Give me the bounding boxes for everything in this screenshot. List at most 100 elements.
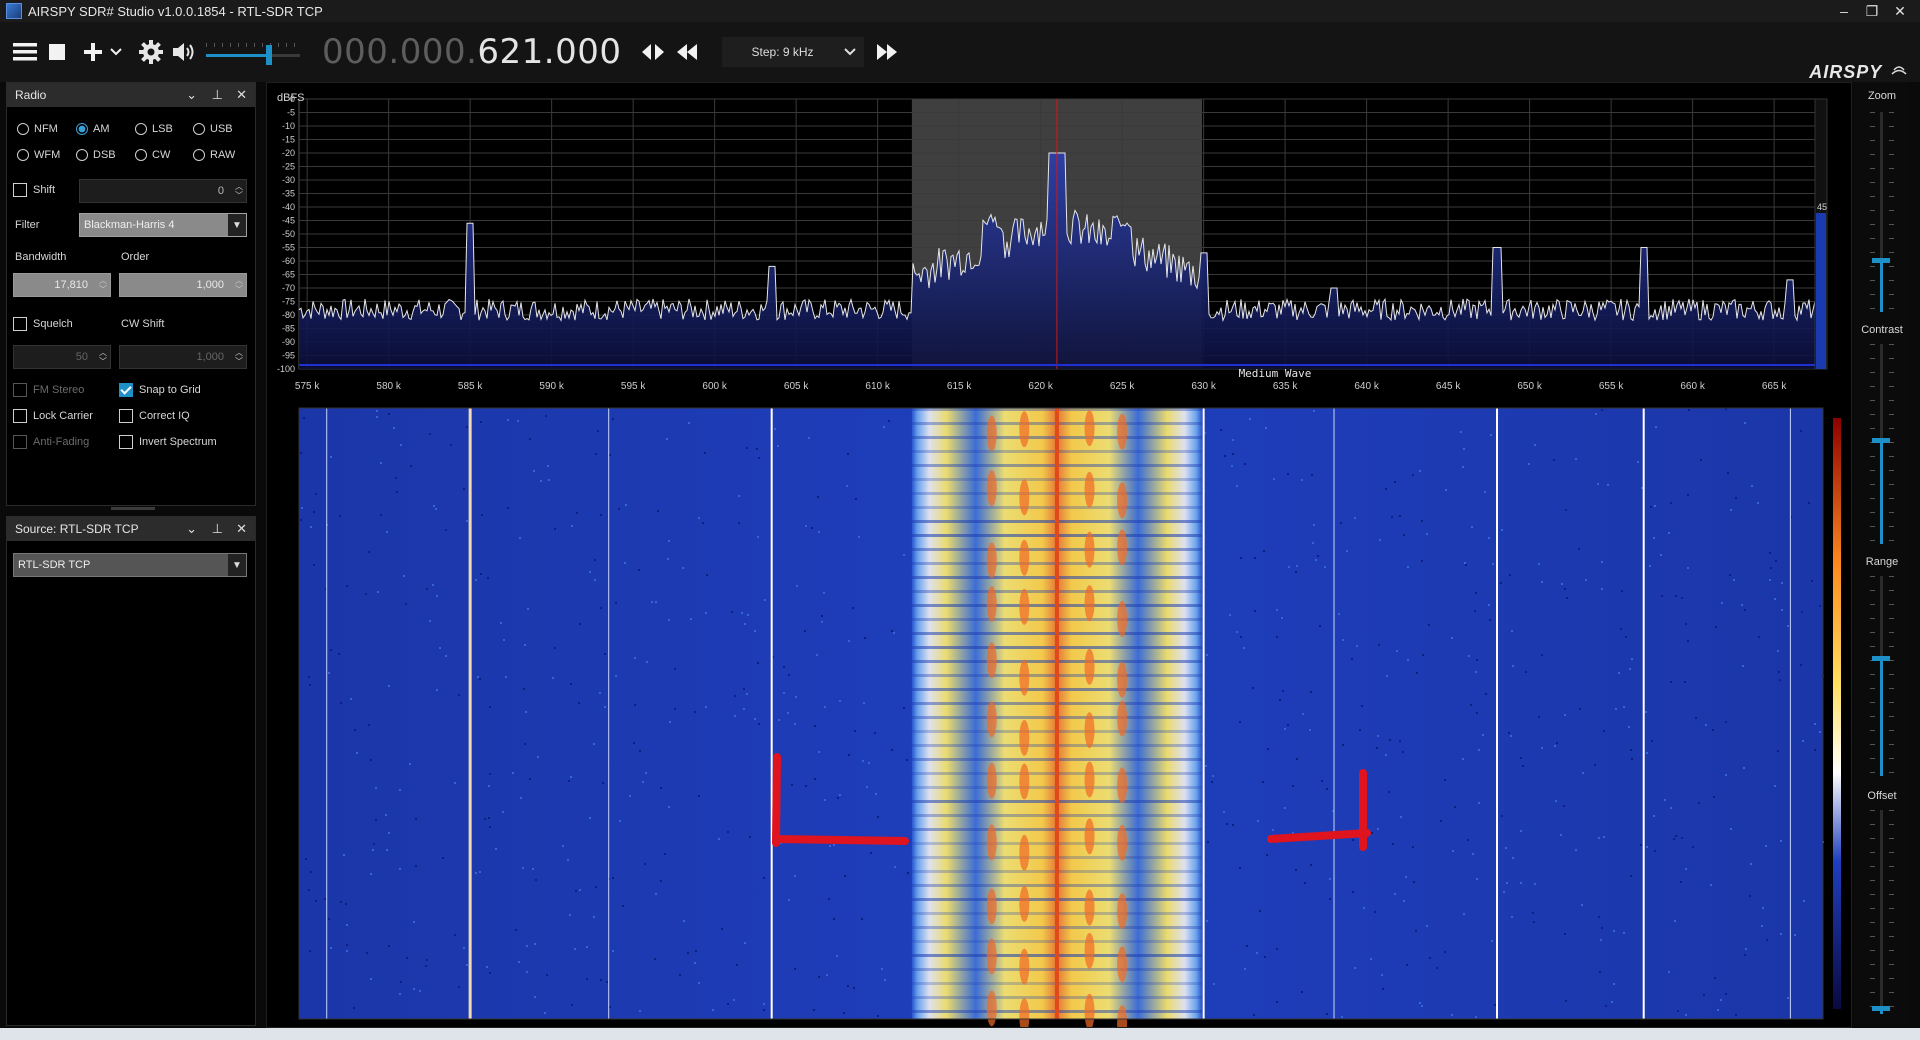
spin-arrows-icon[interactable]: ︿ ﹀ — [235, 276, 243, 294]
spin-arrows-icon[interactable]: ︿ ﹀ — [99, 276, 107, 294]
waterfall-speckle — [388, 685, 390, 687]
waterfall-speckle — [1681, 597, 1683, 599]
display-sliders[interactable] — [1856, 82, 1908, 1026]
waterfall-speckle — [1273, 478, 1275, 480]
waterfall-speckle — [399, 868, 401, 870]
mode-radio-am[interactable] — [76, 123, 88, 135]
frequency-low-digits[interactable]: 621.000 — [477, 32, 621, 72]
close-icon[interactable]: ✕ — [236, 517, 247, 541]
frequency-display[interactable]: 000.000.621.000 — [322, 32, 622, 72]
add-icon[interactable] — [78, 35, 108, 69]
waterfall-speckle — [1256, 952, 1258, 954]
waterfall-speckle — [1491, 940, 1493, 942]
stop-icon[interactable] — [42, 35, 72, 69]
anti-fading-checkbox[interactable] — [13, 435, 27, 449]
source-device-select[interactable]: RTL-SDR TCP ▼ — [13, 553, 247, 577]
mode-radio-wfm[interactable] — [17, 149, 29, 161]
step-size-dropdown[interactable]: Step: 9 kHz — [721, 37, 864, 67]
correct-iq-checkbox[interactable] — [119, 409, 133, 423]
spectrum-view[interactable]: 0 -5 -10 -15 -20 -25 -30 -35 -40 -45 -50 -55 -60 -65-… — [266, 82, 1852, 1040]
waterfall-speckle — [1394, 893, 1396, 895]
close-icon[interactable]: ✕ — [236, 83, 247, 107]
minimize-button[interactable]: – — [1830, 0, 1858, 22]
tune-arrows-icon[interactable] — [638, 35, 668, 69]
offset-slider-thumb[interactable] — [1872, 1006, 1890, 1011]
mode-label-wfm: WFM — [34, 149, 61, 161]
waterfall-speckle — [1212, 775, 1214, 777]
spectrum-canvas[interactable]: 0-5-10-15-20-25-30-35-40-45-50-55-60-65-… — [267, 83, 1851, 1040]
spin-arrows-icon[interactable]: ︿ ﹀ — [99, 348, 107, 366]
fm-stereo-checkbox[interactable] — [13, 383, 27, 397]
snap-to-grid-checkbox[interactable] — [119, 383, 133, 397]
spin-arrows-icon[interactable]: ︿ ﹀ — [235, 348, 243, 366]
zoom-slider-thumb[interactable] — [1872, 258, 1890, 263]
squelch-input[interactable]: 50 ︿ ﹀ — [13, 345, 111, 369]
waterfall-speckle — [1653, 815, 1655, 817]
dbfs-label: dBFS — [277, 92, 305, 104]
waterfall-speckle — [574, 948, 576, 950]
mode-radio-nfm[interactable] — [17, 123, 29, 135]
chevron-down-icon[interactable] — [108, 35, 124, 69]
waterfall-speckle — [346, 944, 348, 946]
db-tick-label: -30 — [282, 175, 295, 185]
waterfall-speckle — [1282, 690, 1284, 692]
pin-icon[interactable]: ⊥ — [212, 517, 223, 541]
order-input[interactable]: 1,000 ︿ ﹀ — [119, 273, 247, 297]
spin-arrows-icon[interactable]: ︿ ﹀ — [235, 182, 243, 200]
close-button[interactable]: ✕ — [1886, 0, 1914, 22]
mode-radio-dsb[interactable] — [76, 149, 88, 161]
waterfall-speckle — [406, 957, 408, 959]
waterfall-speckle — [1352, 891, 1354, 893]
waterfall-speckle — [1381, 974, 1383, 976]
volume-slider[interactable] — [204, 35, 304, 69]
chevron-down-icon[interactable]: ▼ — [228, 214, 246, 236]
waterfall-sideband-blob — [1019, 763, 1030, 800]
panel-resize-grip[interactable] — [111, 507, 155, 510]
chevron-down-icon[interactable]: ⌄ — [186, 83, 197, 107]
waterfall-speckle — [1741, 604, 1743, 606]
slider-tick — [1889, 810, 1894, 811]
waterfall-speckle — [1488, 604, 1490, 606]
filter-select[interactable]: Blackman-Harris 4 ▼ — [79, 213, 247, 237]
squelch-checkbox[interactable] — [13, 317, 27, 331]
mode-label-cw: CW — [152, 149, 171, 161]
mode-radio-cw[interactable] — [135, 149, 147, 161]
restore-button[interactable]: ❐ — [1858, 0, 1886, 22]
shift-input[interactable]: 0 ︿ ﹀ — [79, 179, 247, 203]
step-back-icon[interactable] — [672, 35, 702, 69]
gear-icon[interactable] — [134, 35, 168, 69]
slider-tick — [1870, 936, 1875, 937]
waterfall-speckle — [1777, 650, 1779, 652]
waterfall-speckle — [454, 934, 456, 936]
waterfall-speckle — [609, 454, 611, 456]
waterfall-speckle — [1476, 712, 1478, 714]
bandwidth-input[interactable]: 17,810 ︿ ﹀ — [13, 273, 111, 297]
mode-radio-lsb[interactable] — [135, 123, 147, 135]
chevron-down-icon[interactable]: ▼ — [228, 554, 246, 576]
speaker-icon[interactable] — [168, 35, 200, 69]
contrast-slider-thumb[interactable] — [1872, 438, 1890, 443]
waterfall-speckle — [638, 569, 640, 571]
cw-shift-input[interactable]: 1,000 ︿ ﹀ — [119, 345, 247, 369]
waterfall-speckle — [576, 512, 578, 514]
waterfall-speckle — [1412, 846, 1414, 848]
lock-carrier-checkbox[interactable] — [13, 409, 27, 423]
waterfall-speckle — [593, 916, 595, 918]
hamburger-icon[interactable] — [8, 35, 42, 69]
waterfall-speckle — [1385, 488, 1387, 490]
waterfall-speckle — [1601, 927, 1603, 929]
waterfall-speckle — [1685, 868, 1687, 870]
mode-radio-usb[interactable] — [193, 123, 205, 135]
mode-radio-raw[interactable] — [193, 149, 205, 161]
frequency-high-digits[interactable]: 000.000. — [322, 32, 477, 72]
shift-checkbox[interactable] — [13, 183, 27, 197]
waterfall-speckle — [1745, 948, 1747, 950]
step-forward-icon[interactable] — [872, 35, 902, 69]
chevron-down-icon[interactable]: ⌄ — [186, 517, 197, 541]
invert-spectrum-checkbox[interactable] — [119, 435, 133, 449]
waterfall-speckle — [575, 890, 577, 892]
waterfall-speckle — [1556, 742, 1558, 744]
waterfall-speckle — [1391, 516, 1393, 518]
pin-icon[interactable]: ⊥ — [212, 83, 223, 107]
range-slider-thumb[interactable] — [1872, 656, 1890, 661]
